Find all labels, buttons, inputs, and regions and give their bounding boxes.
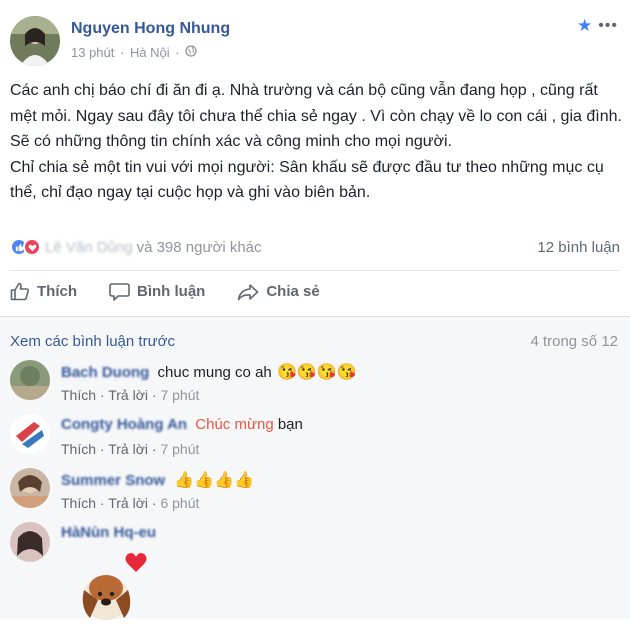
post-location[interactable]: Hà Nội bbox=[130, 45, 170, 60]
reaction-stats: Lê Văn Dũng và 398 người khác 12 bình lu… bbox=[10, 233, 620, 261]
comment-body: Summer Snow 👍👍👍👍 bbox=[61, 470, 254, 490]
globe-icon bbox=[185, 45, 197, 60]
post-paragraph: Các anh chị báo chí đi ăn đi ạ. Nhà trườ… bbox=[10, 82, 622, 150]
speech-bubble-icon bbox=[109, 282, 130, 301]
author-avatar[interactable] bbox=[10, 16, 60, 66]
commenter-name[interactable]: Summer Snow bbox=[61, 472, 165, 489]
action-bar: Thích Bình luận Chia sẻ bbox=[10, 282, 610, 301]
reaction-icons[interactable] bbox=[10, 238, 41, 256]
comment-text: bạn bbox=[277, 416, 303, 433]
comment-actions: Thích · Trả lời · 7 phút bbox=[61, 387, 200, 403]
reactors-others[interactable]: và 398 người khác bbox=[137, 239, 262, 256]
commenter-avatar[interactable] bbox=[10, 414, 50, 454]
comment-actions: Thích · Trả lời · 6 phút bbox=[61, 495, 200, 511]
like-label: Thích bbox=[37, 283, 77, 300]
comment-reply-link[interactable]: Trả lời bbox=[108, 495, 148, 511]
author-name[interactable]: Nguyen Hong Nhung bbox=[71, 20, 230, 38]
comment-actions: Thích · Trả lời · 7 phút bbox=[61, 441, 200, 457]
header-icons: ★ ••• bbox=[577, 16, 618, 36]
divider bbox=[10, 270, 620, 271]
comment-time[interactable]: 6 phút bbox=[160, 495, 199, 511]
more-options-icon[interactable]: ••• bbox=[598, 17, 618, 35]
commenter-name[interactable]: Bach Duong bbox=[61, 364, 149, 381]
comment-body: HàNùn Hq-eu bbox=[61, 524, 160, 541]
comment-button[interactable]: Bình luận bbox=[109, 282, 205, 301]
commenter-avatar[interactable] bbox=[10, 360, 50, 400]
commenter-name[interactable]: HàNùn Hq-eu bbox=[61, 524, 156, 541]
like-button[interactable]: Thích bbox=[10, 282, 77, 301]
dog-heart-sticker bbox=[76, 550, 166, 620]
post-header: Nguyen Hong Nhung 13 phút · Hà Nội · ★ •… bbox=[0, 0, 630, 78]
comment-reply-link[interactable]: Trả lời bbox=[108, 387, 148, 403]
see-previous-comments-link[interactable]: Xem các bình luận trước bbox=[10, 333, 175, 350]
thumbs-up-icon bbox=[10, 282, 30, 301]
comment-body: Congty Hoàng An Chúc mừng bạn bbox=[61, 416, 303, 433]
thumbs-up-emoji-icon: 👍👍👍👍 bbox=[174, 472, 255, 489]
post-body: Các anh chị báo chí đi ăn đi ạ. Nhà trườ… bbox=[10, 78, 622, 206]
star-icon[interactable]: ★ bbox=[577, 16, 592, 36]
kiss-emoji-icon: 😘😘😘😘 bbox=[276, 364, 357, 381]
love-reaction-icon bbox=[23, 238, 41, 256]
comment-like-link[interactable]: Thích bbox=[61, 495, 96, 511]
comment-count[interactable]: 12 bình luận bbox=[537, 239, 620, 256]
commenter-name[interactable]: Congty Hoàng An bbox=[61, 416, 187, 433]
comment-text: chuc mung co ah bbox=[157, 364, 272, 381]
commenter-avatar[interactable] bbox=[10, 468, 50, 508]
commenter-avatar[interactable] bbox=[10, 522, 50, 562]
comment-highlight-text: Chúc mừng bbox=[195, 416, 274, 433]
share-label: Chia sẻ bbox=[266, 283, 320, 300]
comment-time[interactable]: 7 phút bbox=[160, 387, 199, 403]
post-time[interactable]: 13 phút bbox=[71, 45, 114, 60]
share-arrow-icon bbox=[237, 283, 259, 301]
post-meta: 13 phút · Hà Nội · bbox=[71, 45, 197, 60]
post-paragraph: Chỉ chia sẻ một tin vui với mọi người: S… bbox=[10, 158, 604, 202]
meta-separator: · bbox=[116, 45, 128, 60]
comments-count: 4 trong số 12 bbox=[530, 333, 618, 350]
comment-body: Bach Duong chuc mung co ah 😘😘😘😘 bbox=[61, 362, 357, 382]
comment-like-link[interactable]: Thích bbox=[61, 387, 96, 403]
comment-reply-link[interactable]: Trả lời bbox=[108, 441, 148, 457]
reactor-name[interactable]: Lê Văn Dũng bbox=[45, 239, 133, 256]
comment-label: Bình luận bbox=[137, 283, 206, 300]
comment-like-link[interactable]: Thích bbox=[61, 441, 96, 457]
post-card: Nguyen Hong Nhung 13 phút · Hà Nội · ★ •… bbox=[0, 0, 630, 620]
comments-section: Xem các bình luận trước 4 trong số 12 Ba… bbox=[0, 316, 630, 620]
meta-separator-2: · bbox=[171, 45, 184, 60]
share-button[interactable]: Chia sẻ bbox=[237, 283, 320, 301]
comment-time[interactable]: 7 phút bbox=[160, 441, 199, 457]
